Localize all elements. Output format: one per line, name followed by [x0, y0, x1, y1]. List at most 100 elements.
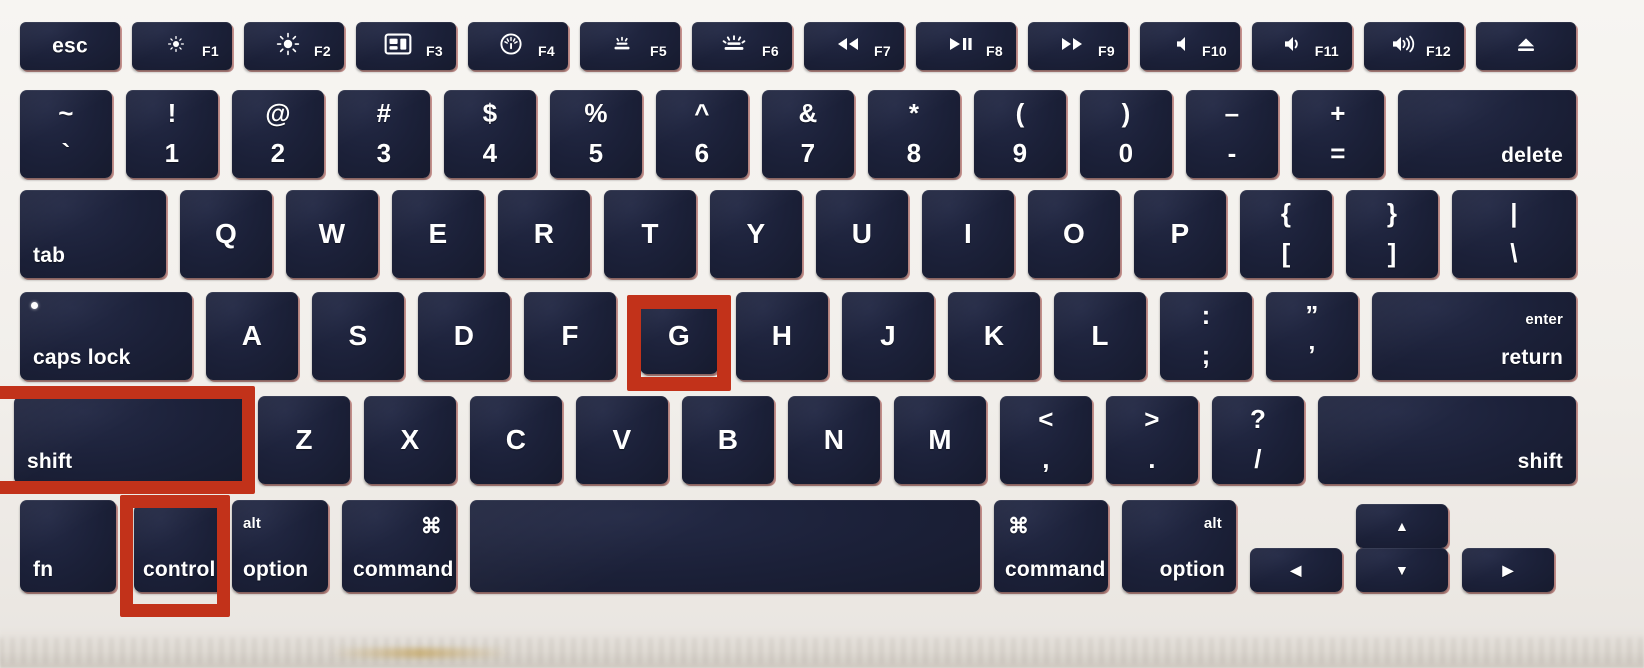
key-return[interactable]: enter return: [1372, 292, 1576, 380]
arrow-left-icon: ◀: [1290, 562, 1302, 578]
key-lower-label: ’: [1308, 340, 1316, 371]
key-f1[interactable]: F1: [132, 22, 232, 70]
bottom-edge-texture: [0, 638, 1644, 664]
key-v[interactable]: V: [576, 396, 668, 484]
key-g[interactable]: G: [640, 298, 718, 374]
bottom-edge-gold-reflection: [330, 648, 510, 658]
key-f11[interactable]: F11: [1252, 22, 1352, 70]
key-t[interactable]: T: [604, 190, 696, 278]
key-slash[interactable]: ? /: [1212, 396, 1304, 484]
key-label: J: [880, 320, 896, 351]
key-9[interactable]: ( 9: [974, 90, 1066, 178]
key-shift-left[interactable]: shift: [14, 396, 246, 484]
command-symbol-icon: ⌘: [420, 515, 442, 538]
key-fn-label: F9: [1098, 43, 1115, 59]
key-lower-label: 2: [270, 138, 286, 169]
key-grave[interactable]: ~ `: [20, 90, 112, 178]
key-q[interactable]: Q: [180, 190, 272, 278]
key-8[interactable]: * 8: [868, 90, 960, 178]
key-2[interactable]: @ 2: [232, 90, 324, 178]
key-capslock[interactable]: caps lock: [20, 292, 192, 380]
key-arrow-up[interactable]: ▲: [1356, 504, 1448, 548]
key-p[interactable]: P: [1134, 190, 1226, 278]
key-lower-label: ,: [1042, 444, 1050, 475]
key-lower-label: 8: [906, 138, 922, 169]
key-period[interactable]: > .: [1106, 396, 1198, 484]
key-label: tab: [33, 244, 66, 267]
key-semicolon[interactable]: : ;: [1160, 292, 1252, 380]
key-delete[interactable]: delete: [1398, 90, 1576, 178]
key-eject[interactable]: [1476, 22, 1576, 70]
key-esc[interactable]: esc: [20, 22, 120, 70]
key-f12[interactable]: F12: [1364, 22, 1464, 70]
key-fn-label: F11: [1314, 43, 1339, 59]
key-n[interactable]: N: [788, 396, 880, 484]
key-f9[interactable]: F9: [1028, 22, 1128, 70]
key-f7[interactable]: F7: [804, 22, 904, 70]
key-bracketleft[interactable]: { [: [1240, 190, 1332, 278]
key-f2[interactable]: F2: [244, 22, 344, 70]
key-quote[interactable]: ” ’: [1266, 292, 1358, 380]
key-w[interactable]: W: [286, 190, 378, 278]
key-space[interactable]: [470, 500, 980, 592]
key-h[interactable]: H: [736, 292, 828, 380]
key-a[interactable]: A: [206, 292, 298, 380]
key-f6[interactable]: F6: [692, 22, 792, 70]
key-f4[interactable]: F4: [468, 22, 568, 70]
key-5[interactable]: % 5: [550, 90, 642, 178]
key-7[interactable]: & 7: [762, 90, 854, 178]
key-y[interactable]: Y: [710, 190, 802, 278]
key-s[interactable]: S: [312, 292, 404, 380]
key-arrow-down[interactable]: ▼: [1356, 548, 1448, 592]
key-r[interactable]: R: [498, 190, 590, 278]
key-command-right[interactable]: ⌘ command: [994, 500, 1108, 592]
key-arrow-right[interactable]: ▶: [1462, 548, 1554, 592]
mission-control-icon: [384, 33, 412, 55]
key-m[interactable]: M: [894, 396, 986, 484]
key-f[interactable]: F: [524, 292, 616, 380]
key-j[interactable]: J: [842, 292, 934, 380]
key-label: F: [561, 320, 579, 351]
key-u[interactable]: U: [816, 190, 908, 278]
key-comma[interactable]: < ,: [1000, 396, 1092, 484]
key-f3[interactable]: F3: [356, 22, 456, 70]
key-i[interactable]: I: [922, 190, 1014, 278]
key-0[interactable]: ) 0: [1080, 90, 1172, 178]
key-f5[interactable]: F5: [580, 22, 680, 70]
key-l[interactable]: L: [1054, 292, 1146, 380]
key-c[interactable]: C: [470, 396, 562, 484]
key-upper-label: alt: [243, 515, 262, 532]
key-lower-label: \: [1510, 238, 1518, 269]
key-o[interactable]: O: [1028, 190, 1120, 278]
key-upper-label: <: [1038, 403, 1054, 434]
key-fn[interactable]: fn: [20, 500, 116, 592]
key-option-right[interactable]: alt option: [1122, 500, 1236, 592]
key-arrow-left[interactable]: ◀: [1250, 548, 1342, 592]
key-6[interactable]: ^ 6: [656, 90, 748, 178]
key-shift-right[interactable]: shift: [1318, 396, 1576, 484]
key-4[interactable]: $ 4: [444, 90, 536, 178]
key-backslash[interactable]: | \: [1452, 190, 1576, 278]
key-fn-label: F4: [538, 43, 555, 59]
key-bracketright[interactable]: } ]: [1346, 190, 1438, 278]
key-b[interactable]: B: [682, 396, 774, 484]
key-d[interactable]: D: [418, 292, 510, 380]
key-equal[interactable]: + =: [1292, 90, 1384, 178]
key-e[interactable]: E: [392, 190, 484, 278]
key-option-left[interactable]: alt option: [232, 500, 328, 592]
launchpad-icon: [499, 32, 523, 56]
arrow-right-icon: ▶: [1502, 562, 1514, 578]
key-1[interactable]: ! 1: [126, 90, 218, 178]
key-x[interactable]: X: [364, 396, 456, 484]
key-3[interactable]: # 3: [338, 90, 430, 178]
key-f8[interactable]: F8: [916, 22, 1016, 70]
key-k[interactable]: K: [948, 292, 1040, 380]
key-upper-label: :: [1201, 299, 1211, 330]
key-minus[interactable]: – -: [1186, 90, 1278, 178]
key-z[interactable]: Z: [258, 396, 350, 484]
key-command-left[interactable]: ⌘ command: [342, 500, 456, 592]
key-upper-label: ): [1121, 97, 1131, 128]
key-f10[interactable]: F10: [1140, 22, 1240, 70]
key-control[interactable]: control: [134, 504, 226, 592]
key-tab[interactable]: tab: [20, 190, 166, 278]
